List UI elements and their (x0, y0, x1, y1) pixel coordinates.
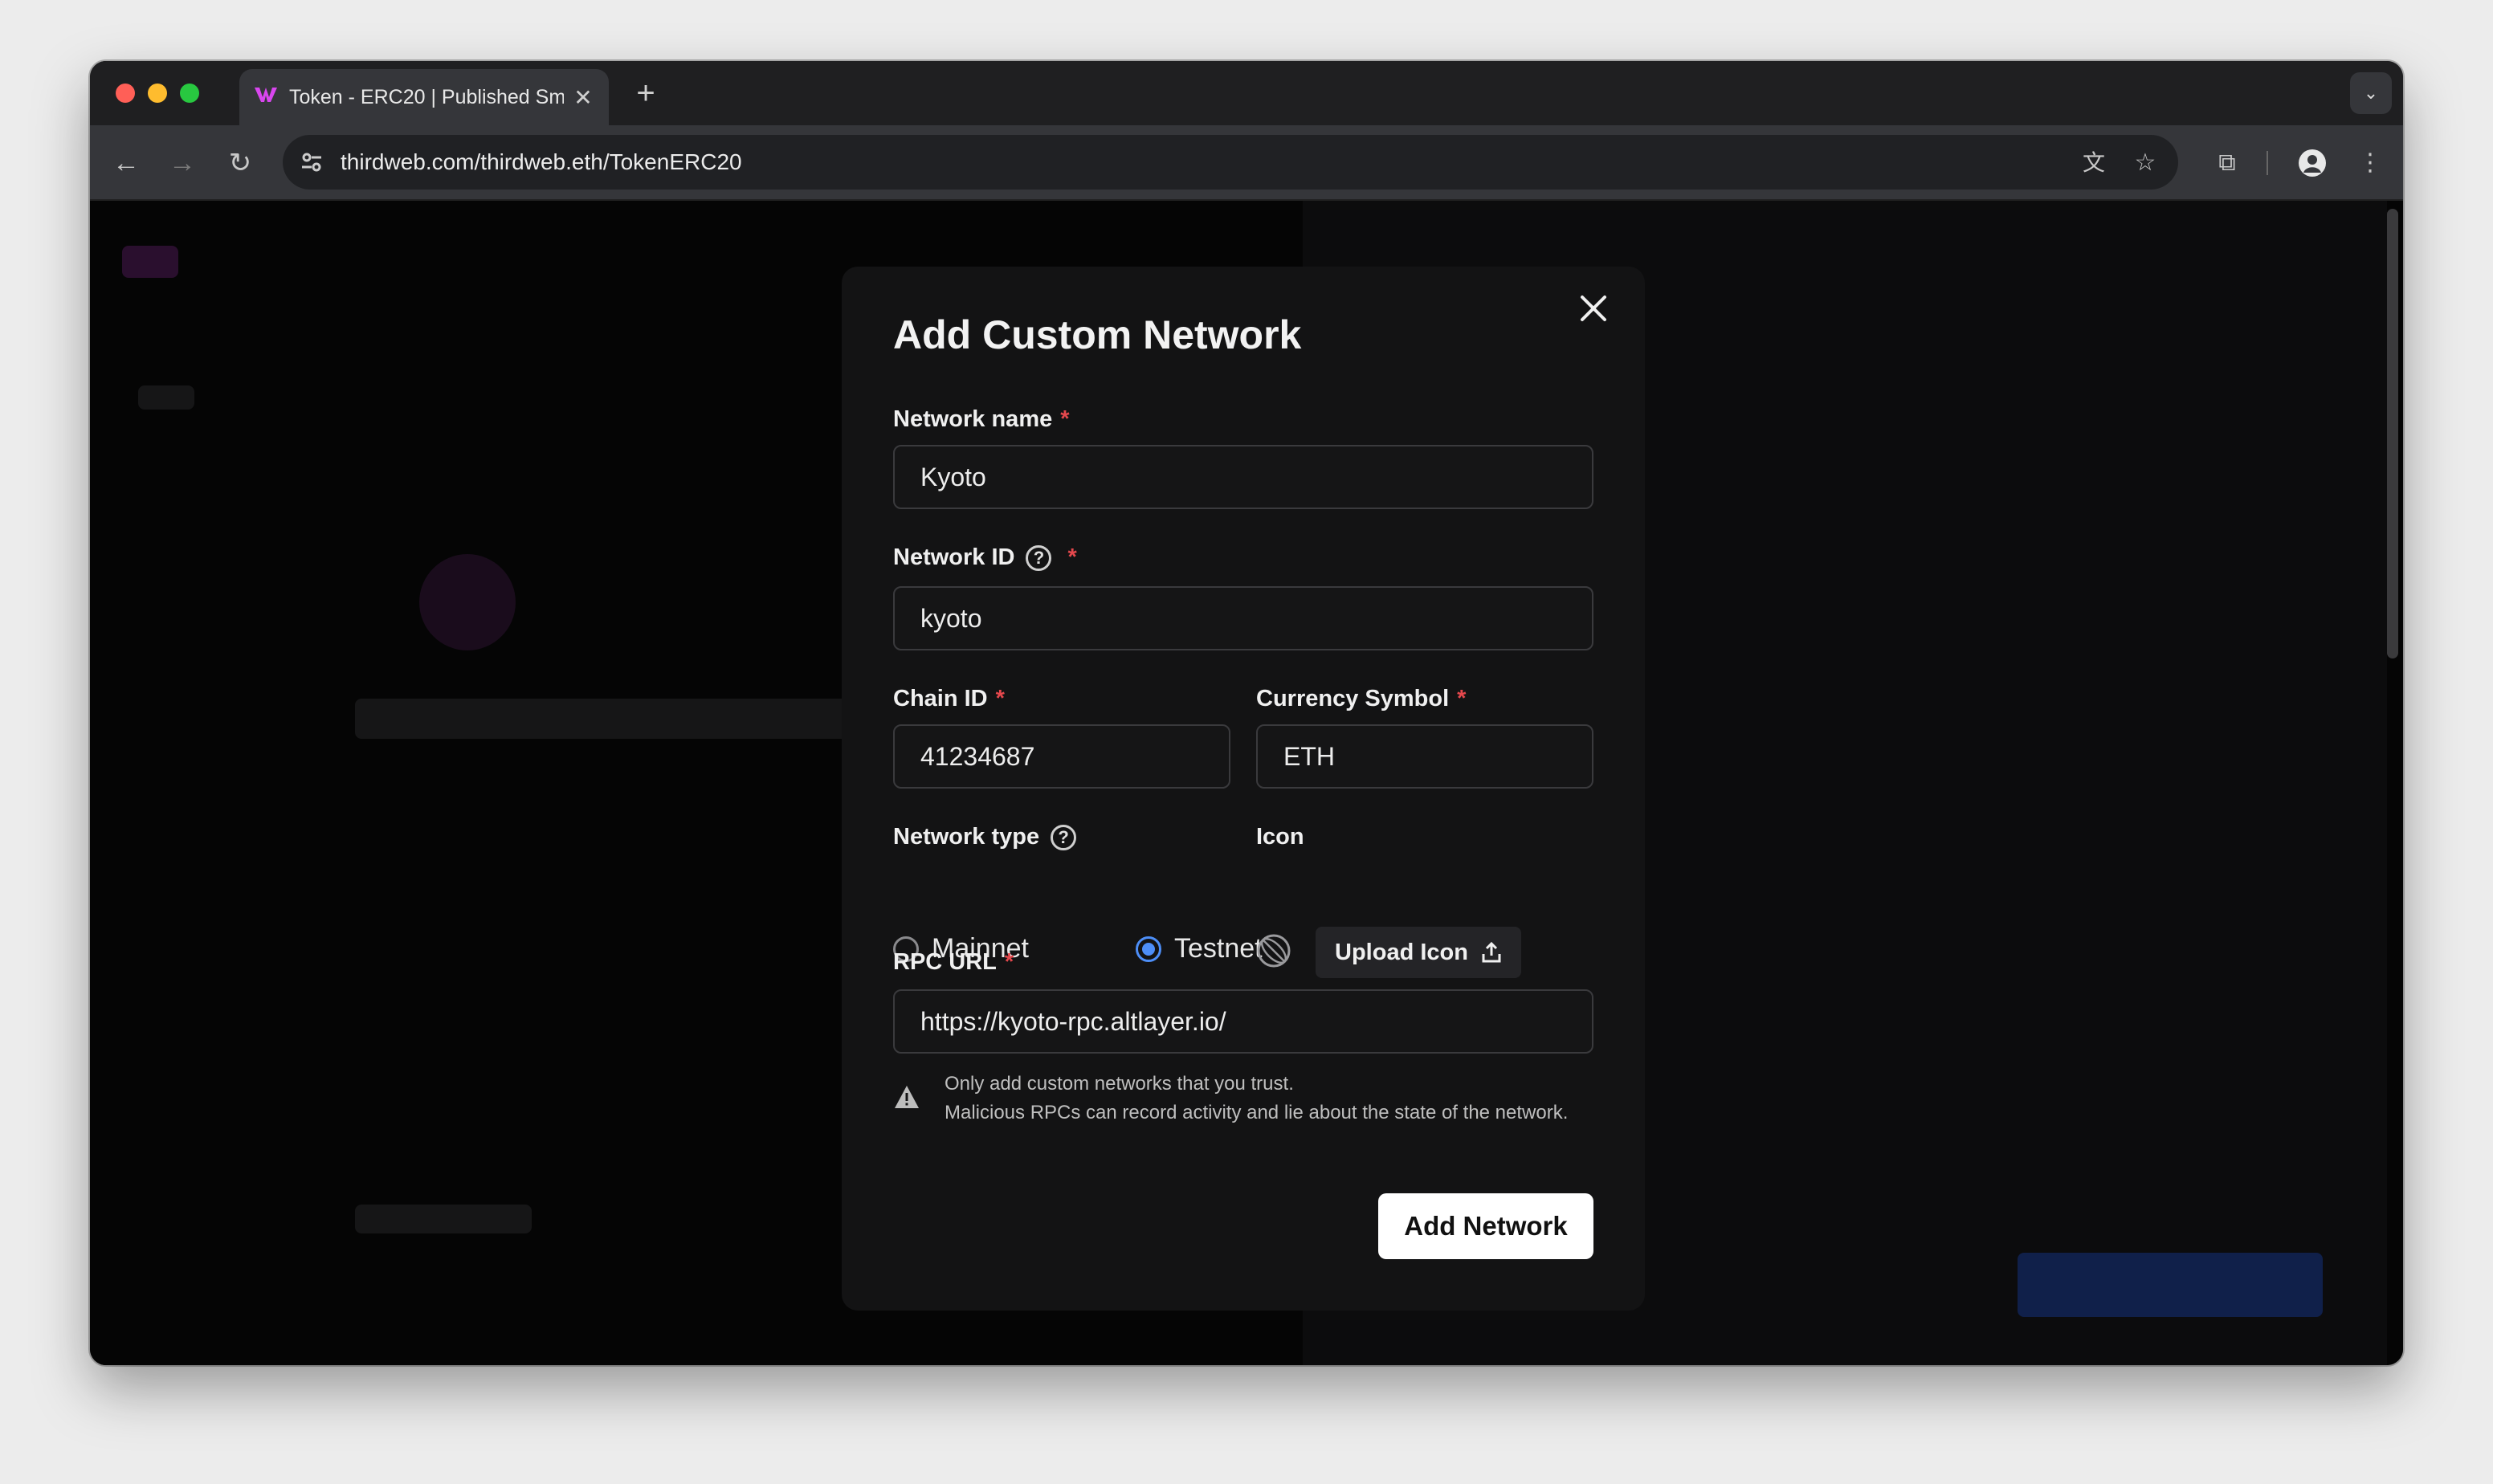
add-custom-network-dialog: Add Custom Network Network name * Kyoto … (842, 267, 1645, 1311)
radio-testnet-circle-selected[interactable] (1136, 936, 1161, 962)
chain-id-label-text: Chain ID (893, 686, 988, 711)
network-name-label-text: Network name (893, 406, 1053, 432)
browser-tab-active[interactable]: Token - ERC20 | Published Sm ✕ (239, 69, 609, 125)
chain-id-value: 41234687 (920, 741, 1035, 771)
minimize-window-button[interactable] (148, 84, 167, 103)
radio-testnet-label: Testnet (1174, 933, 1263, 964)
upload-icon-button[interactable]: Upload Icon (1316, 927, 1521, 978)
rpc-url-label-text: RPC URL (893, 949, 997, 975)
new-tab-button[interactable]: + (628, 75, 663, 111)
icon-label: Icon (1256, 824, 1304, 850)
forward-arrow-icon[interactable]: → (162, 143, 202, 183)
network-type-label: Network type ? (893, 824, 1077, 850)
rpc-url-label-row: RPC URL * (893, 949, 1014, 976)
required-marker: * (1067, 544, 1077, 570)
upload-arrow-icon (1481, 941, 1502, 964)
network-name-label: Network name * (893, 406, 1070, 433)
network-id-help-icon[interactable]: ? (1026, 544, 1052, 571)
back-arrow-icon[interactable]: ← (106, 143, 146, 183)
warning-line-2: Malicious RPCs can record activity and l… (945, 1102, 1569, 1123)
nav-placeholder (138, 385, 194, 410)
required-marker: * (995, 686, 1005, 711)
profile-avatar-icon[interactable] (2292, 143, 2332, 183)
add-network-button[interactable]: Add Network (1378, 1193, 1593, 1259)
translate-icon[interactable]: 文 (2074, 143, 2114, 183)
network-id-label-text: Network ID (893, 544, 1015, 570)
radio-testnet[interactable]: Testnet (1136, 933, 1263, 964)
required-marker: * (1060, 406, 1070, 432)
browser-menu-icon[interactable]: ⋮ (2350, 143, 2390, 183)
rpc-url-value: https://kyoto-rpc.altlayer.io/ (920, 1006, 1226, 1036)
extensions-icon[interactable]: ⧉ (2207, 143, 2247, 183)
section-placeholder (355, 1205, 532, 1233)
network-type-help-icon[interactable]: ? (1051, 824, 1077, 850)
browser-window: Token - ERC20 | Published Sm ✕ + ⌄ ← → ↻… (90, 61, 2403, 1365)
close-tab-icon[interactable]: ✕ (572, 84, 594, 111)
required-marker: * (1457, 686, 1467, 711)
bookmark-star-icon[interactable]: ☆ (2125, 143, 2165, 183)
site-settings-icon[interactable] (296, 146, 328, 178)
address-bar[interactable]: thirdweb.com/thirdweb.eth/TokenERC20 (283, 135, 2178, 190)
network-name-input[interactable]: Kyoto (893, 445, 1593, 509)
globe-placeholder-icon (1256, 933, 1291, 968)
currency-symbol-input[interactable]: ETH (1256, 724, 1593, 789)
rpc-trust-warning: Only add custom networks that you trust.… (893, 1070, 1600, 1127)
currency-symbol-label: Currency Symbol * (1256, 686, 1466, 712)
chain-id-label: Chain ID * (893, 686, 1005, 712)
currency-symbol-value: ETH (1283, 741, 1335, 771)
network-type-label-text: Network type (893, 824, 1040, 850)
rpc-url-input[interactable]: https://kyoto-rpc.altlayer.io/ (893, 989, 1593, 1054)
close-window-button[interactable] (116, 84, 135, 103)
thirdweb-favicon-icon (254, 86, 278, 109)
upload-icon-button-label: Upload Icon (1335, 939, 1468, 965)
chain-id-input[interactable]: 41234687 (893, 724, 1230, 789)
network-id-value: kyoto (920, 603, 982, 633)
tab-title: Token - ERC20 | Published Sm (289, 85, 564, 108)
warning-line-1: Only add custom networks that you trust. (945, 1073, 1294, 1095)
currency-symbol-label-text: Currency Symbol (1256, 686, 1450, 711)
warning-triangle-icon (893, 1084, 922, 1127)
required-marker: * (1004, 949, 1014, 975)
url-text: thirdweb.com/thirdweb.eth/TokenERC20 (341, 149, 742, 174)
tab-search-chevron-icon[interactable]: ⌄ (2350, 72, 2392, 114)
deploy-button-placeholder (2018, 1253, 2323, 1317)
maximize-window-button[interactable] (180, 84, 199, 103)
tab-strip: Token - ERC20 | Published Sm ✕ + ⌄ (90, 61, 2403, 125)
toolbar-divider (2267, 151, 2268, 175)
token-avatar-placeholder (419, 554, 516, 650)
reload-icon[interactable]: ↻ (220, 143, 260, 183)
page-scrollbar[interactable] (2387, 209, 2398, 658)
warning-text: Only add custom networks that you trust.… (945, 1070, 1568, 1127)
browser-toolbar: ← → ↻ thirdweb.com/thirdweb.eth/TokenERC… (90, 125, 2403, 201)
network-id-label: Network ID ? * (893, 544, 1077, 571)
heading-placeholder (355, 699, 869, 739)
network-id-input[interactable]: kyoto (893, 586, 1593, 650)
network-name-value: Kyoto (920, 462, 986, 491)
close-dialog-icon[interactable] (1569, 284, 1618, 332)
dialog-title: Add Custom Network (893, 312, 1302, 357)
logo-placeholder (122, 246, 178, 278)
